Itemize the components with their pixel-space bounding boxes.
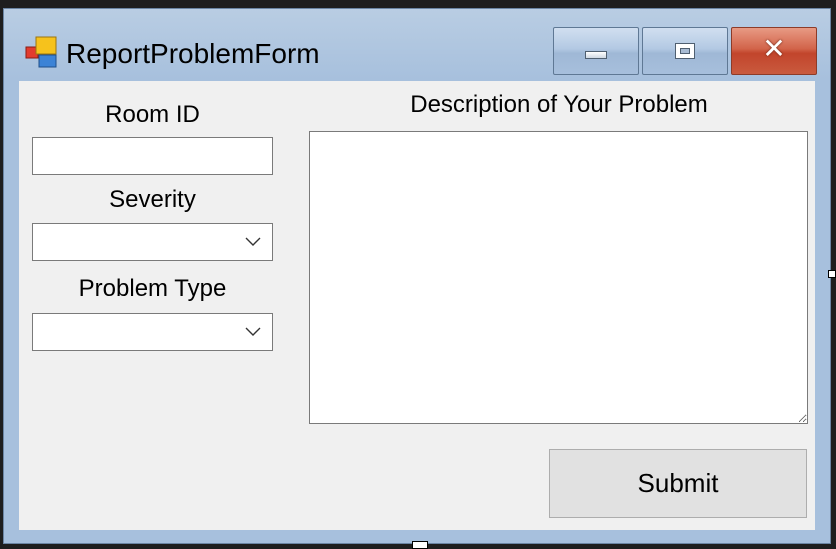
chevron-down-icon — [245, 327, 261, 336]
maximize-button[interactable] — [642, 27, 728, 75]
submit-button[interactable]: Submit — [549, 449, 807, 518]
room-id-label: Room ID — [105, 101, 200, 128]
title-bar[interactable]: ReportProblemForm ✕ — [4, 9, 830, 81]
window-title: ReportProblemForm — [66, 38, 320, 69]
resize-handle-bottom[interactable] — [412, 541, 428, 549]
close-button[interactable]: ✕ — [731, 27, 817, 75]
form-window: ReportProblemForm ✕ Room ID Severity Pro… — [3, 8, 831, 544]
problem-type-label: Problem Type — [78, 275, 227, 302]
close-icon: ✕ — [762, 32, 786, 65]
severity-label: Severity — [109, 186, 196, 213]
resize-handle-right[interactable] — [828, 270, 836, 278]
minimize-button[interactable] — [553, 27, 639, 75]
minimize-icon — [585, 51, 607, 59]
chevron-down-icon — [245, 237, 261, 246]
room-id-input[interactable] — [32, 137, 273, 175]
maximize-icon — [675, 43, 695, 59]
description-textarea[interactable] — [309, 131, 808, 424]
description-label: Description of Your Problem — [410, 91, 708, 118]
form-client-area: Room ID Severity Problem Type Descriptio… — [19, 81, 815, 530]
windows-form-icon — [25, 36, 57, 68]
severity-dropdown[interactable] — [32, 223, 273, 261]
problem-type-dropdown[interactable] — [32, 313, 273, 351]
